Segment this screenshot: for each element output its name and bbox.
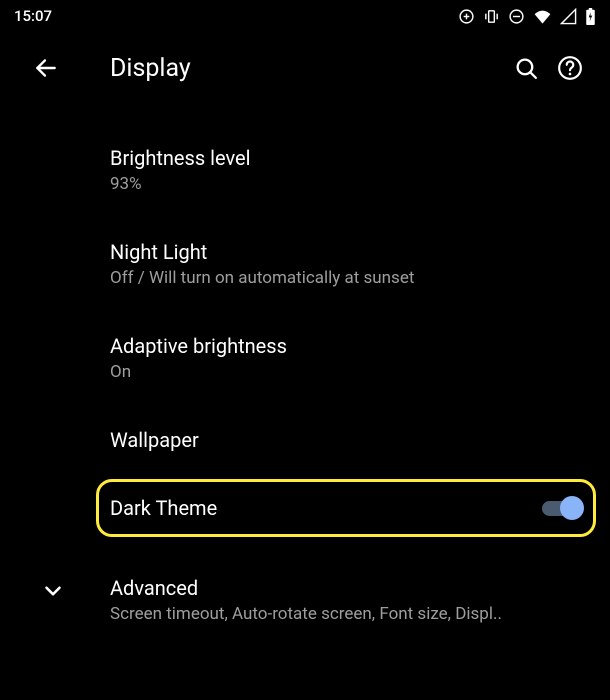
night-light-row[interactable]: Night Light Off / Will turn on automatic… [0, 222, 610, 306]
dark-theme-row[interactable]: Dark Theme [0, 480, 610, 536]
status-icons [458, 8, 596, 25]
row-label: Adaptive brightness [110, 334, 586, 358]
brightness-level-row[interactable]: Brightness level 93% [0, 128, 610, 212]
vibrate-icon [483, 8, 500, 25]
row-subtitle: 93% [110, 174, 586, 194]
battery-charging-icon [585, 8, 596, 25]
help-button[interactable] [548, 46, 592, 90]
chevron-down-icon [40, 578, 66, 608]
row-label: Night Light [110, 240, 586, 264]
dnd-icon [508, 8, 525, 25]
row-label: Brightness level [110, 146, 586, 170]
page-title: Display [110, 54, 504, 83]
row-subtitle: Screen timeout, Auto-rotate screen, Font… [110, 604, 586, 624]
add-circle-icon [458, 8, 475, 25]
row-label: Wallpaper [110, 428, 586, 452]
status-bar: 15:07 [0, 0, 610, 32]
wifi-icon [533, 8, 552, 25]
search-button[interactable] [504, 46, 548, 90]
row-subtitle: Off / Will turn on automatically at suns… [110, 268, 586, 288]
row-label: Advanced [110, 576, 586, 600]
cell-signal-icon [560, 8, 577, 25]
dark-theme-toggle[interactable] [540, 494, 582, 522]
adaptive-brightness-row[interactable]: Adaptive brightness On [0, 316, 610, 400]
app-bar: Display [0, 32, 610, 104]
wallpaper-row[interactable]: Wallpaper [0, 410, 610, 470]
advanced-row[interactable]: Advanced Screen timeout, Auto-rotate scr… [0, 558, 610, 642]
clock-time: 15:07 [14, 7, 52, 25]
row-subtitle: On [110, 362, 586, 382]
back-button[interactable] [24, 46, 68, 90]
settings-list: Brightness level 93% Night Light Off / W… [0, 104, 610, 642]
row-label: Dark Theme [110, 496, 540, 520]
